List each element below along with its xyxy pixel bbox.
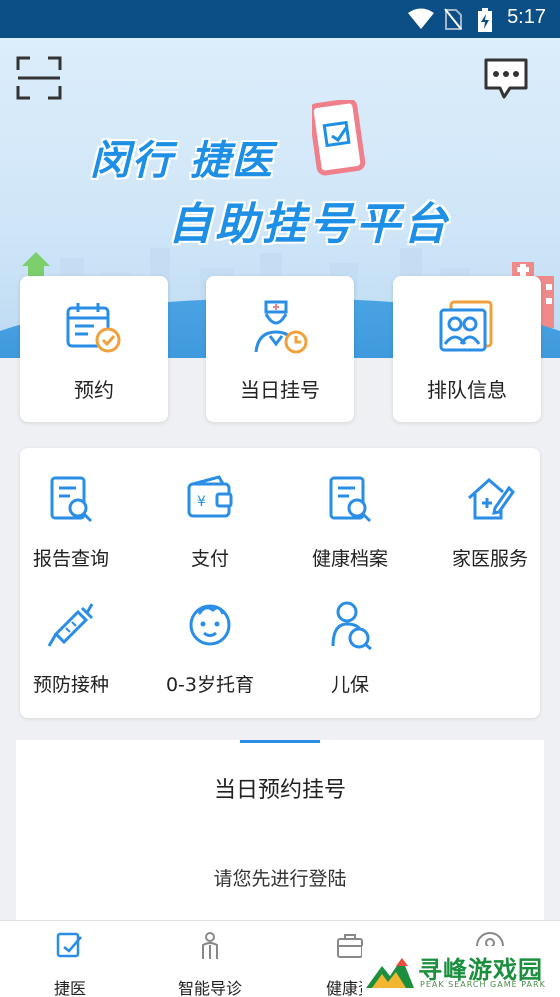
service-label: 预防接种 xyxy=(32,674,109,696)
child-care-icon xyxy=(331,601,372,650)
report-search-icon xyxy=(50,476,93,523)
service-label: 儿保 xyxy=(330,674,369,696)
nav-label: 捷医 xyxy=(53,979,86,997)
wallet-icon: ¥ xyxy=(187,475,233,518)
baby-icon xyxy=(189,604,231,646)
service-vaccination[interactable]: 预防接种 xyxy=(6,574,136,696)
phone-illustration-icon xyxy=(312,100,366,176)
service-label: 0-3岁托育 xyxy=(165,674,255,696)
service-label: 家医服务 xyxy=(451,548,528,570)
watermark: 寻峰游戏园 PEAK SEARCH GAME PARK xyxy=(362,946,560,997)
service-family-doctor[interactable]: 家医服务 xyxy=(425,448,555,570)
service-label: 支付 xyxy=(190,548,229,570)
syringe-icon xyxy=(47,603,94,647)
svg-text:¥: ¥ xyxy=(197,494,206,510)
no-sim-icon xyxy=(444,8,462,30)
card-same-day-registration[interactable]: 当日挂号 xyxy=(206,276,354,422)
status-bar: 5:17 xyxy=(0,0,560,38)
service-health-record[interactable]: 健康档案 xyxy=(285,448,415,570)
tab-indicator xyxy=(240,740,320,743)
nav-item-jieyi[interactable]: 捷医 xyxy=(0,927,140,997)
nav-item-smart-guide[interactable]: 智能导诊 xyxy=(140,927,280,997)
service-label: 健康档案 xyxy=(311,548,388,570)
mountain-logo-icon xyxy=(366,958,414,988)
guide-icon xyxy=(202,932,218,959)
battery-icon xyxy=(478,8,492,32)
banner-title-line1: 闵行 捷医 xyxy=(90,138,274,184)
queue-people-icon xyxy=(439,300,493,352)
card-label: 排队信息 xyxy=(427,378,507,402)
calendar-clock-icon xyxy=(66,303,121,353)
appointment-title: 当日预约挂号 xyxy=(213,778,346,803)
appointment-panel: 当日预约挂号 请您先进行登陆 xyxy=(16,740,544,920)
message-icon[interactable] xyxy=(484,58,528,100)
service-childcare-0-3[interactable]: 0-3岁托育 xyxy=(145,574,275,696)
services-grid: 报告查询 ¥ 支付 健康档案 家医服务 预防接种 0-3岁托育 儿保 xyxy=(20,448,540,718)
service-report-query[interactable]: 报告查询 xyxy=(6,448,136,570)
wifi-icon xyxy=(408,8,434,29)
jieyi-icon xyxy=(56,932,82,958)
family-doctor-icon xyxy=(467,478,515,520)
health-info-icon xyxy=(337,934,363,958)
watermark-subtext: PEAK SEARCH GAME PARK xyxy=(420,980,546,989)
card-queue-info[interactable]: 排队信息 xyxy=(393,276,541,422)
card-appointment[interactable]: 预约 xyxy=(20,276,168,422)
service-label: 报告查询 xyxy=(32,548,109,570)
service-child-health[interactable]: 儿保 xyxy=(285,574,415,696)
scan-icon[interactable] xyxy=(16,56,62,100)
nav-label: 智能导诊 xyxy=(177,979,242,997)
banner-title-line2: 自助挂号平台 xyxy=(168,199,450,250)
login-prompt-link[interactable]: 请您先进行登陆 xyxy=(16,864,544,891)
health-record-icon xyxy=(329,476,372,523)
card-label: 当日挂号 xyxy=(240,378,320,402)
card-label: 预约 xyxy=(74,378,114,402)
clock-time: 5:17 xyxy=(507,6,546,28)
doctor-icon xyxy=(254,300,308,354)
service-payment[interactable]: ¥ 支付 xyxy=(145,448,275,570)
